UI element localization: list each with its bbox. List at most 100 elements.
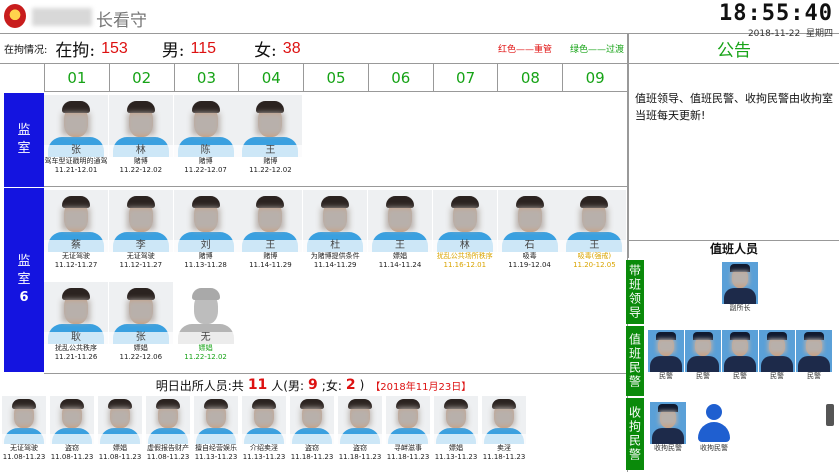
officer-card[interactable]: 民警 [722,330,758,381]
detainee-card[interactable]: 陈赌博 11.22-12.07 [173,95,238,175]
detainee-name: 王 [368,240,432,252]
duty-title: 值班人员 [628,240,839,258]
release-dates: 11.13-11.23 [242,453,286,461]
release-card[interactable]: 嫖娼 11.08-11.23 [98,396,142,462]
avatar-body [698,422,730,442]
hair-shape [62,101,90,113]
scrollbar-handle[interactable] [826,404,834,426]
officer-photo [759,330,795,372]
detainee-offense: 无证驾驶 [62,252,90,260]
detainee-card[interactable]: 蔡无证驾驶 11.12-11.27 [44,190,108,270]
detainee-dates: 11.22-12.02 [119,166,163,174]
officer-photo [685,330,721,372]
detainee-card[interactable]: 王赌博 11.22-12.02 [238,95,303,175]
officer-photo [722,330,758,372]
release-offense: 嫖娼 [449,444,463,452]
detainee-photo: 林 [432,190,497,252]
officer-card[interactable]: 副所长 [722,262,758,313]
announcement-title: 公告 [628,34,839,64]
detainee-card[interactable]: 张嫖娼 11.22-12.06 [108,282,173,362]
detainee-offense: 为赌博提供条件 [310,252,360,260]
release-dates: 11.18-11.23 [386,453,430,461]
detainee-photo [290,396,334,444]
blurbox-shape [62,300,90,322]
officer-card[interactable]: 收拘民警 [650,402,686,453]
legend-severe: 红色——重管 [498,45,553,55]
room-label-1: 监室 [4,93,44,187]
detainee-card[interactable]: 无嫖娼 11.22-12.02 [173,282,238,362]
detainee-dates: 11.14-11.29 [313,261,357,269]
detainee-card[interactable]: 石吸毒 11.19-12.04 [497,190,562,270]
detainee-photo: 王 [238,95,303,157]
detainee-dates: 11.22-12.06 [119,353,163,361]
page-title: 长看守 [96,11,147,31]
hair-shape [450,196,479,208]
detainee-dates: 11.22-12.02 [249,166,292,174]
blurbox-shape [61,408,83,426]
blurbox-shape [191,208,220,230]
blurbox-shape [445,408,467,426]
detainee-card[interactable]: 张驾车型证戳明的通驾 11.21-12.01 [44,95,108,175]
detainee-card[interactable]: 李无证驾驶 11.12-11.27 [108,190,173,270]
release-card[interactable]: 介绍卖淫 11.13-11.23 [242,396,286,462]
user-placeholder-icon [696,402,732,444]
detainee-photo: 杜 [303,190,368,252]
detainee-dates: 11.22-12.07 [184,166,227,174]
release-card[interactable]: 卖淫 11.18-11.23 [482,396,526,462]
blurbox-shape [253,408,275,426]
pbody-shape [761,356,793,372]
blurbox-shape [157,408,179,426]
column-header: 02 [108,64,174,91]
release-card[interactable]: 无证驾驶 11.08-11.23 [2,396,46,462]
detainee-card[interactable]: 王嫖娼 11.14-11.24 [368,190,432,270]
release-card[interactable]: 盗窃 11.08-11.23 [50,396,94,462]
detainee-photo [242,396,286,444]
release-card[interactable]: 寻衅滋事 11.18-11.23 [386,396,430,462]
detainee-offense: 赌博 [263,157,278,165]
hair-shape [126,196,155,208]
officer-card[interactable]: 民警 [796,330,832,381]
detainee-offense: 无证驾驶 [126,252,155,260]
detainee-card[interactable]: 耿扰乱公共秩序 11.21-11.26 [44,282,108,362]
release-card[interactable]: 虚假报告财产 11.08-11.23 [146,396,190,462]
female-count: 38 [282,39,301,57]
officer-card[interactable]: 民警 [685,330,721,381]
pbody-shape [724,288,756,304]
release-dates: 11.18-11.23 [290,453,334,461]
avatar-head [706,404,722,420]
tomorrow-release-summary: 明日出所人员:共 11 人(男: 9 ;女: 2 ) 【2018年11月23日】 [155,377,472,393]
detainee-offense: 赌博 [198,157,213,165]
release-card[interactable]: 嫖娼 11.13-11.23 [434,396,478,462]
announcement-text: 值班领导、值班民警、收拘民警由收拘室当班每天更新! [628,64,839,240]
legend-transition: 绿色——过渡 [570,45,625,55]
detainee-name: 林 [432,240,497,252]
blurbox-shape [450,208,479,230]
detainee-card[interactable]: 刘赌博 11.13-11.28 [173,190,238,270]
detainee-name: 刘 [173,240,238,252]
release-card[interactable]: 盗窃 11.18-11.23 [338,396,382,462]
duty-leader-label: 带班领导 [626,260,644,324]
officer-card[interactable]: 收拘民警 [696,402,732,453]
release-dates: 11.13-11.23 [194,453,238,461]
detainee-photo [386,396,430,444]
detainee-card[interactable]: 王赌博 11.14-11.29 [238,190,303,270]
pbody-shape [652,428,684,444]
detainee-card[interactable]: 王吸毒(强戒) 11.20-12.05 [562,190,627,270]
column-header: 05 [303,64,368,91]
column-header: 01 [44,64,109,91]
detainee-card[interactable]: 林赌博 11.22-12.02 [108,95,173,175]
pblur-shape [659,411,677,425]
detainee-photo: 无 [173,282,238,344]
detainee-card[interactable]: 林扰乱公共场所秩序 11.16-12.01 [432,190,497,270]
blurbox-shape [397,408,419,426]
column-headers: 01 02 03 04 05 06 07 08 09 [44,64,627,92]
hair-shape [256,101,285,113]
detainee-card[interactable]: 杜为赌博提供条件 11.14-11.29 [303,190,368,270]
detainee-name: 王 [238,240,303,252]
release-card[interactable]: 擅自经营娱乐 11.13-11.23 [194,396,238,462]
stats-label: 在拘情况: [4,45,48,56]
release-card[interactable]: 盗窃 11.18-11.23 [290,396,334,462]
pbody-shape [724,356,756,372]
officer-card[interactable]: 民警 [759,330,795,381]
officer-card[interactable]: 民警 [648,330,684,381]
